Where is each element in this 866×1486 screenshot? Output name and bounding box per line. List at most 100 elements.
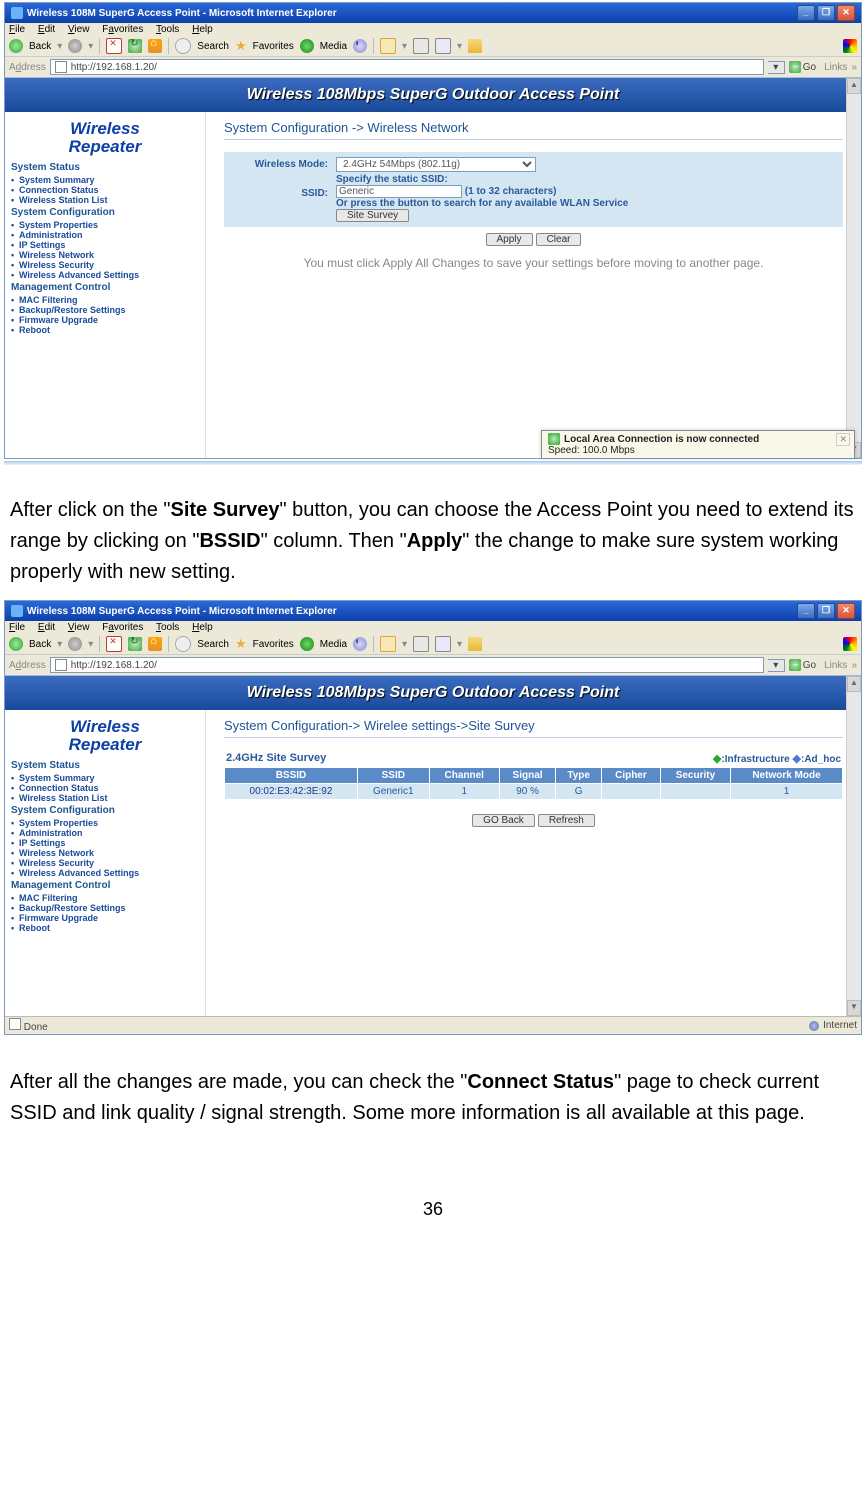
home-icon[interactable] (148, 637, 162, 651)
edit-icon[interactable] (435, 38, 451, 54)
sidebar-item-backup-restore[interactable]: Backup/Restore Settings (5, 903, 205, 913)
site-survey-button[interactable]: Site Survey (336, 209, 409, 222)
menu-view[interactable]: View (68, 622, 90, 633)
menu-help[interactable]: Help (192, 24, 213, 35)
col-ssid[interactable]: SSID (357, 768, 429, 784)
print-icon[interactable] (413, 38, 429, 54)
sidebar-item-wireless-network[interactable]: Wireless Network (5, 848, 205, 858)
col-channel[interactable]: Channel (429, 768, 499, 784)
menu-help[interactable]: Help (192, 622, 213, 633)
vertical-scrollbar[interactable]: ▲ ▼ (846, 78, 861, 458)
back-label[interactable]: Back (29, 41, 51, 52)
favorites-label[interactable]: Favorites (253, 639, 294, 650)
titlebar[interactable]: Wireless 108M SuperG Access Point - Micr… (5, 601, 861, 621)
links-label[interactable]: Links (824, 62, 847, 73)
media-label[interactable]: Media (320, 41, 347, 52)
col-bssid[interactable]: BSSID (225, 768, 358, 784)
address-input[interactable]: http://192.168.1.20/ (50, 59, 764, 75)
history-icon[interactable] (353, 637, 367, 651)
menu-view[interactable]: View (68, 24, 90, 35)
col-network-mode[interactable]: Network Mode (731, 768, 843, 784)
col-cipher[interactable]: Cipher (602, 768, 661, 784)
go-button[interactable]: Go (789, 659, 816, 671)
refresh-button[interactable]: Refresh (538, 814, 595, 827)
sidebar-item-system-properties[interactable]: System Properties (5, 818, 205, 828)
print-icon[interactable] (413, 636, 429, 652)
edit-icon[interactable] (435, 636, 451, 652)
col-signal[interactable]: Signal (499, 768, 555, 784)
sidebar-item-mac-filtering[interactable]: MAC Filtering (5, 295, 205, 305)
col-type[interactable]: Type (556, 768, 602, 784)
forward-icon[interactable] (68, 637, 82, 651)
folder-icon[interactable] (468, 637, 482, 651)
stop-icon[interactable] (106, 636, 122, 652)
address-dropdown[interactable]: ▾ (768, 61, 785, 74)
sidebar-item-firmware-upgrade[interactable]: Firmware Upgrade (5, 315, 205, 325)
sidebar-item-connection-status[interactable]: Connection Status (5, 783, 205, 793)
apply-button[interactable]: Apply (486, 233, 533, 246)
minimize-button[interactable]: _ (797, 603, 815, 619)
sidebar-item-mac-filtering[interactable]: MAC Filtering (5, 893, 205, 903)
maximize-button[interactable]: ❐ (817, 5, 835, 21)
address-dropdown[interactable]: ▾ (768, 659, 785, 672)
go-back-button[interactable]: GO Back (472, 814, 535, 827)
maximize-button[interactable]: ❐ (817, 603, 835, 619)
media-label[interactable]: Media (320, 639, 347, 650)
search-label[interactable]: Search (197, 639, 229, 650)
sidebar-item-system-summary[interactable]: System Summary (5, 773, 205, 783)
search-icon[interactable] (175, 636, 191, 652)
menu-file[interactable]: File (9, 24, 25, 35)
cell-bssid[interactable]: 00:02:E3:42:3E:92 (225, 784, 358, 800)
favorites-label[interactable]: Favorites (253, 41, 294, 52)
back-label[interactable]: Back (29, 639, 51, 650)
sidebar-item-administration[interactable]: Administration (5, 828, 205, 838)
scroll-down-icon[interactable]: ▼ (847, 1000, 861, 1016)
forward-icon[interactable] (68, 39, 82, 53)
sidebar-item-reboot[interactable]: Reboot (5, 923, 205, 933)
menu-favorites[interactable]: Favorites (102, 622, 143, 633)
sidebar-item-wireless-advanced[interactable]: Wireless Advanced Settings (5, 270, 205, 280)
sidebar-item-ip-settings[interactable]: IP Settings (5, 240, 205, 250)
menu-tools[interactable]: Tools (156, 24, 179, 35)
sidebar-item-wireless-network[interactable]: Wireless Network (5, 250, 205, 260)
network-notification[interactable]: ✕ Local Area Connection is now connected… (541, 430, 855, 458)
sidebar-item-wireless-advanced[interactable]: Wireless Advanced Settings (5, 868, 205, 878)
scroll-up-icon[interactable]: ▲ (847, 78, 861, 94)
sidebar-item-reboot[interactable]: Reboot (5, 325, 205, 335)
favorites-icon[interactable]: ★ (235, 38, 247, 54)
media-icon[interactable] (300, 637, 314, 651)
col-security[interactable]: Security (660, 768, 730, 784)
sidebar-item-wireless-station-list[interactable]: Wireless Station List (5, 793, 205, 803)
scroll-up-icon[interactable]: ▲ (847, 676, 861, 692)
menubar[interactable]: File Edit View Favorites Tools Help (5, 621, 861, 634)
close-button[interactable]: ✕ (837, 5, 855, 21)
mail-icon[interactable] (380, 636, 396, 652)
refresh-icon[interactable] (128, 39, 142, 53)
address-input[interactable]: http://192.168.1.20/ (50, 657, 764, 673)
sidebar-item-system-properties[interactable]: System Properties (5, 220, 205, 230)
mail-icon[interactable] (380, 38, 396, 54)
sidebar-item-connection-status[interactable]: Connection Status (5, 185, 205, 195)
notif-close-icon[interactable]: ✕ (836, 433, 850, 446)
history-icon[interactable] (353, 39, 367, 53)
sidebar-item-firmware-upgrade[interactable]: Firmware Upgrade (5, 913, 205, 923)
folder-icon[interactable] (468, 39, 482, 53)
menu-favorites[interactable]: Favorites (102, 24, 143, 35)
menu-file[interactable]: File (9, 622, 25, 633)
search-label[interactable]: Search (197, 41, 229, 52)
back-icon[interactable] (9, 637, 23, 651)
sidebar-item-system-summary[interactable]: System Summary (5, 175, 205, 185)
sidebar-item-wireless-station-list[interactable]: Wireless Station List (5, 195, 205, 205)
favorites-icon[interactable]: ★ (235, 636, 247, 652)
sidebar-item-wireless-security[interactable]: Wireless Security (5, 260, 205, 270)
sidebar-item-administration[interactable]: Administration (5, 230, 205, 240)
sidebar-item-backup-restore[interactable]: Backup/Restore Settings (5, 305, 205, 315)
menu-edit[interactable]: Edit (38, 24, 55, 35)
titlebar[interactable]: Wireless 108M SuperG Access Point - Micr… (5, 3, 861, 23)
close-button[interactable]: ✕ (837, 603, 855, 619)
vertical-scrollbar[interactable]: ▲ ▼ (846, 676, 861, 1016)
sidebar-item-ip-settings[interactable]: IP Settings (5, 838, 205, 848)
sidebar-item-wireless-security[interactable]: Wireless Security (5, 858, 205, 868)
back-icon[interactable] (9, 39, 23, 53)
search-icon[interactable] (175, 38, 191, 54)
